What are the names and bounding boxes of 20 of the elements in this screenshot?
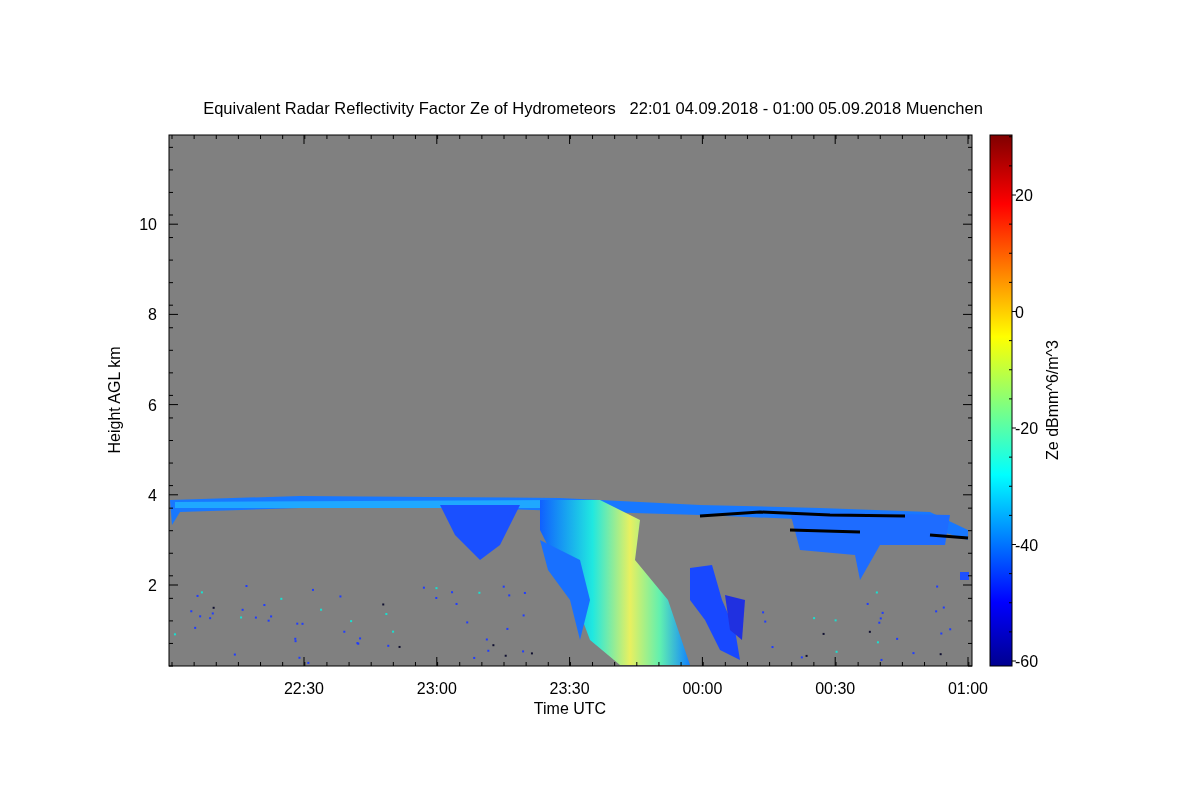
colorbar-tick-label: -40 xyxy=(1015,536,1039,554)
y-tick-label: 6 xyxy=(148,396,157,414)
x-tick-label: 01:00 xyxy=(948,680,988,697)
colorbar-label: Ze dBmm^6/m^3 xyxy=(1044,340,1061,460)
colorbar-tick-label: -20 xyxy=(1015,420,1039,437)
y-tick-label: 10 xyxy=(139,216,157,234)
x-tick-label: 22:30 xyxy=(284,680,324,697)
x-axis-label: Time UTC xyxy=(533,700,607,717)
chart-title: Equivalent Radar Reflectivity Factor Ze of Hydrometeors 22:01 04.09.2018 - 01:00 05.09.2018 Muenchen xyxy=(203,99,983,117)
y-tick-label: 2 xyxy=(148,577,157,594)
x-tick-label: 00:30 xyxy=(815,680,856,697)
colorbar-tick-label: -60 xyxy=(1015,653,1039,670)
x-tick-label: 23:00 xyxy=(416,680,457,697)
y-axis-label: Height AGL km xyxy=(106,346,123,454)
colorbar-tick-label: 20 xyxy=(1015,187,1033,204)
colorbar-tick-label: 0 xyxy=(1015,303,1024,321)
y-tick-label: 8 xyxy=(148,306,157,324)
y-tick-label: 4 xyxy=(148,486,157,504)
x-tick-label: 23:30 xyxy=(549,680,590,697)
x-tick-label: 00:00 xyxy=(682,680,723,697)
